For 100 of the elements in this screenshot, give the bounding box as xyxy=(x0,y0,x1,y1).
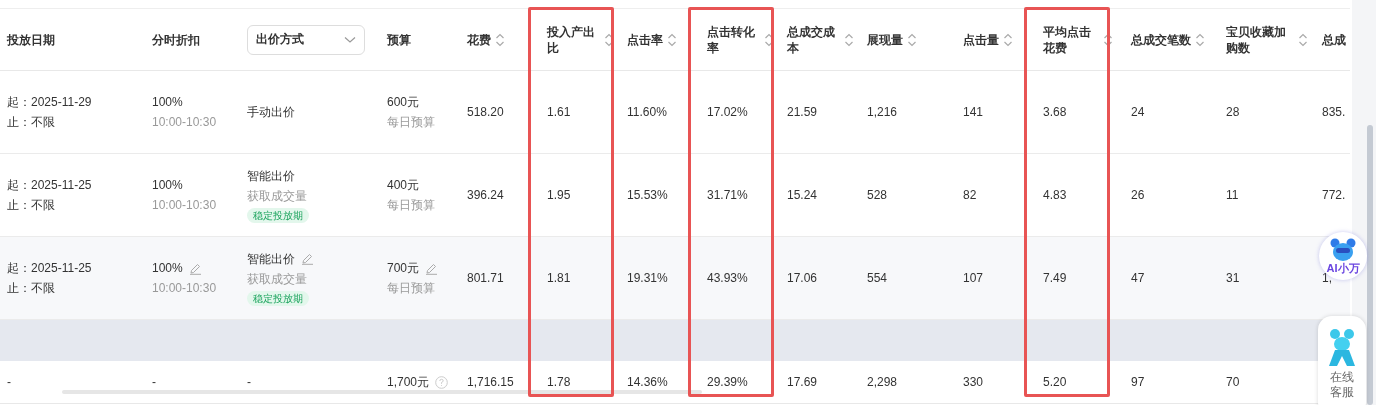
column-header[interactable]: 展现量 xyxy=(860,9,956,70)
table-cell: 29.39% xyxy=(707,374,748,390)
column-header[interactable]: 点击转化率 xyxy=(700,9,780,70)
sort-icon[interactable] xyxy=(844,31,854,48)
budget-value: 600元 xyxy=(387,94,420,110)
table-cell: 3.68 xyxy=(1043,104,1067,120)
column-header[interactable]: 总成交笔数 xyxy=(1124,9,1219,70)
edit-icon[interactable] xyxy=(188,261,202,275)
table-cell: 141 xyxy=(963,104,984,120)
table-cell: 107 xyxy=(963,270,984,286)
column-header: 总成 xyxy=(1320,31,1347,49)
table-cell: 17.02% xyxy=(707,104,748,120)
start-date: 起：2025-11-29 xyxy=(7,94,92,110)
table-cell: 528 xyxy=(867,187,888,203)
bid-goal: 获取成交量 xyxy=(247,187,308,204)
start-date: 起：2025-11-25 xyxy=(7,260,92,276)
table-cell: 330 xyxy=(963,374,984,390)
table-cell: 801.71 xyxy=(467,270,504,286)
sort-icon[interactable] xyxy=(604,31,614,48)
bid-method: 智能出价 xyxy=(247,250,295,267)
table-cell: 1,216 xyxy=(867,104,898,120)
sort-icon[interactable] xyxy=(1195,31,1205,48)
table-cell: 19.31% xyxy=(627,270,668,286)
table-cell: 4.83 xyxy=(1043,187,1067,203)
bid-method: 手动出价 xyxy=(247,104,295,120)
sort-icon[interactable] xyxy=(495,31,505,48)
sort-icon[interactable] xyxy=(764,31,774,48)
table-cell: 24 xyxy=(1131,104,1145,120)
table-cell: 21.59 xyxy=(787,104,818,120)
table-cell: 1.61 xyxy=(547,104,571,120)
table-cell: 82 xyxy=(963,187,977,203)
sort-icon[interactable] xyxy=(1003,31,1013,48)
table-cell: 15.24 xyxy=(787,187,818,203)
table-cell: 31 xyxy=(1226,270,1240,286)
chevron-down-icon xyxy=(344,35,356,44)
status-tag: 稳定投放期 xyxy=(247,290,309,306)
sort-icon[interactable] xyxy=(667,31,677,48)
table-cell: 15.53% xyxy=(627,187,668,203)
table-cell: 1.81 xyxy=(547,270,571,286)
table-cell: 396.24 xyxy=(467,187,504,203)
table-cell: 835. xyxy=(1322,104,1346,120)
table-cell: 518.20 xyxy=(467,104,504,120)
time-range: 10:00-10:30 xyxy=(152,280,217,296)
table-cell: 47 xyxy=(1131,270,1145,286)
status-tag: 稳定投放期 xyxy=(247,207,309,223)
help-icon[interactable] xyxy=(435,375,449,389)
column-header[interactable]: 投入产出比 xyxy=(540,9,620,70)
table-cell: 7.49 xyxy=(1043,270,1067,286)
column-header: 分时折扣 xyxy=(151,31,201,49)
vertical-scrollbar[interactable] xyxy=(1367,125,1373,405)
column-header[interactable]: 点击率 xyxy=(620,9,700,70)
budget-type: 每日预算 xyxy=(387,280,436,296)
discount-value: 100% xyxy=(152,260,183,276)
customer-service-button[interactable]: 在线客服 xyxy=(1318,316,1366,405)
table-cell: 31.71% xyxy=(707,187,748,203)
table-cell: 17.69 xyxy=(787,374,818,390)
time-range: 10:00-10:30 xyxy=(152,114,217,130)
column-header[interactable]: 花费 xyxy=(460,9,540,70)
table-cell: - xyxy=(247,374,251,390)
table-cell: 43.93% xyxy=(707,270,748,286)
table-cell: 5.20 xyxy=(1043,374,1067,390)
bid-method: 智能出价 xyxy=(247,167,295,184)
table-cell: 1.95 xyxy=(547,187,571,203)
column-header[interactable]: 点击量 xyxy=(956,9,1036,70)
bid-method-dropdown[interactable]: 出价方式 xyxy=(247,24,365,55)
edit-icon[interactable] xyxy=(301,252,314,265)
column-header[interactable]: 总成交成本 xyxy=(780,9,860,70)
table-cell: 97 xyxy=(1131,374,1145,390)
table-cell: 17.06 xyxy=(787,270,818,286)
discount-value: 100% xyxy=(152,94,183,110)
sort-icon[interactable] xyxy=(907,31,917,48)
budget-type: 每日预算 xyxy=(387,114,435,130)
end-date: 止：不限 xyxy=(7,114,56,130)
table-cell: 26 xyxy=(1131,187,1145,203)
bid-goal: 获取成交量 xyxy=(247,270,308,287)
table-cell: 2,298 xyxy=(867,374,898,390)
discount-value: 100% xyxy=(152,177,183,193)
table-cell: 70 xyxy=(1226,374,1240,390)
start-date: 起：2025-11-25 xyxy=(7,177,92,193)
budget-value: 700元 xyxy=(387,260,420,276)
column-header: 预算 xyxy=(386,31,412,49)
table-cell: 28 xyxy=(1226,104,1240,120)
total-budget: 1,700元 xyxy=(387,374,430,390)
table-cell: 14.36% xyxy=(627,374,668,390)
time-range: 10:00-10:30 xyxy=(152,197,217,213)
column-header: 投放日期 xyxy=(6,31,56,49)
table-cell: 772. xyxy=(1322,187,1346,203)
column-header[interactable]: 平均点击花费 xyxy=(1036,9,1124,70)
mascot-icon xyxy=(1329,238,1357,262)
sort-icon[interactable] xyxy=(1298,31,1308,48)
edit-icon[interactable] xyxy=(425,261,439,275)
table-cell: - xyxy=(7,374,11,390)
table-cell: 11 xyxy=(1226,187,1239,203)
budget-type: 每日预算 xyxy=(387,197,435,213)
budget-value: 400元 xyxy=(387,177,420,193)
table-cell: 1.78 xyxy=(547,374,571,390)
table-cell: 554 xyxy=(867,270,888,286)
column-header[interactable]: 宝贝收藏加购数 xyxy=(1219,9,1315,70)
table-cell: 11.60% xyxy=(627,104,667,120)
end-date: 止：不限 xyxy=(7,280,56,296)
